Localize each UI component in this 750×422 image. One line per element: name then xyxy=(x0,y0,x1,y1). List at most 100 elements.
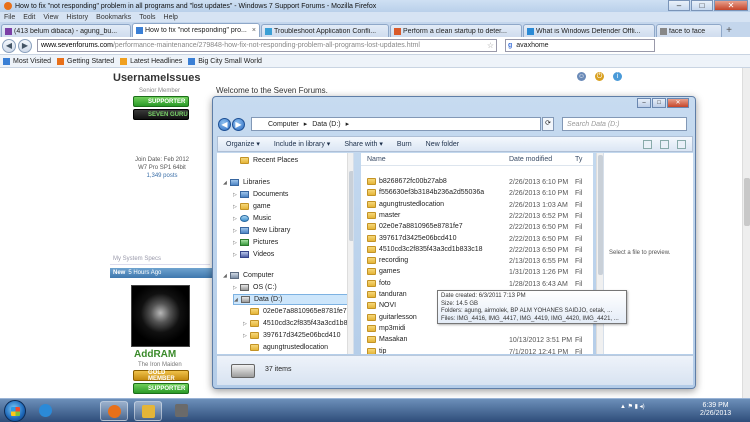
browser-tab[interactable]: Troubleshoot Application Confli... xyxy=(261,24,389,37)
expand-arrow-icon[interactable]: ▷ xyxy=(233,216,240,222)
file-row[interactable]: 397617d3425e06bcd410 2/22/2013 6:50 PM Fil xyxy=(361,234,593,245)
nav-scroll-thumb[interactable] xyxy=(349,171,353,241)
explorer-close-button[interactable]: ✕ xyxy=(667,98,689,108)
file-row[interactable]: foto 1/28/2013 6:43 AM Fil xyxy=(361,279,593,290)
file-row[interactable]: recording 2/13/2013 6:55 PM Fil xyxy=(361,256,593,267)
system-specs-link[interactable]: My System Specs xyxy=(113,256,161,262)
tab-close-icon[interactable]: × xyxy=(252,27,256,34)
url-bar[interactable]: www.sevenforums.com/performance-maintena… xyxy=(37,39,497,52)
browser-tab[interactable]: (413 belum dibaca) - agung_bu... xyxy=(1,24,131,37)
file-row[interactable]: agungtrustedlocation 2/26/2013 1:03 AM Fil xyxy=(361,200,593,211)
file-row[interactable]: mp3midi xyxy=(361,324,593,335)
organize-button[interactable]: Organize ▾ xyxy=(226,140,260,148)
skull-avatar[interactable] xyxy=(131,285,190,347)
view-options-icon[interactable] xyxy=(643,139,652,149)
taskbar-ie-button[interactable] xyxy=(32,401,60,421)
expand-arrow-icon[interactable]: ▷ xyxy=(243,321,250,327)
crumb-data-drive[interactable]: Data (D:) xyxy=(312,121,340,128)
burn-button[interactable]: Burn xyxy=(397,141,412,148)
column-name[interactable]: Name xyxy=(367,156,386,163)
menu-tools[interactable]: Tools xyxy=(139,14,155,21)
taskbar-explorer-button[interactable] xyxy=(134,401,162,421)
scroll-thumb[interactable] xyxy=(744,178,750,226)
new-tab-button[interactable]: + xyxy=(723,25,735,37)
bookmark-item[interactable]: Getting Started xyxy=(57,57,114,65)
menu-history[interactable]: History xyxy=(66,14,88,21)
help-icon[interactable] xyxy=(677,139,686,149)
taskbar-app-button[interactable] xyxy=(168,401,196,421)
browser-tab[interactable]: Perform a clean startup to deter... xyxy=(390,24,522,37)
include-library-button[interactable]: Include in library ▾ xyxy=(274,140,330,148)
back-icon[interactable]: ◀ xyxy=(2,38,16,53)
bookmark-item[interactable]: Latest Headlines xyxy=(120,57,182,65)
browser-tab[interactable]: face to face xyxy=(656,24,722,37)
tree-item[interactable]: ▷ game xyxy=(233,201,271,212)
file-row[interactable]: 4510cd3c2f835f43a3cd1b833c18 2/22/2013 6:… xyxy=(361,245,593,256)
new-folder-button[interactable]: New folder xyxy=(426,141,459,148)
tree-item[interactable]: agungtrustedlocation xyxy=(243,342,328,353)
bookmark-item[interactable]: Big City Small World xyxy=(188,57,262,65)
tree-item[interactable]: ▷ Pictures xyxy=(233,237,278,248)
file-row[interactable]: Masakan 10/13/2012 3:51 PM Fil xyxy=(361,335,593,346)
post-count[interactable]: 1,349 posts xyxy=(130,172,194,180)
file-row[interactable]: b8268672fc00b27ab8 2/26/2013 6:10 PM Fil xyxy=(361,177,593,188)
system-tray-icons[interactable]: ▲ ⚑ ▮ ◂) xyxy=(620,403,645,410)
expand-arrow-icon[interactable]: ▷ xyxy=(233,252,240,258)
expand-arrow-icon[interactable]: ▷ xyxy=(233,228,240,234)
explorer-back-icon[interactable]: ◀ xyxy=(218,117,231,131)
maximize-button[interactable]: □ xyxy=(691,0,713,11)
file-row[interactable]: games 1/31/2013 1:26 PM Fil xyxy=(361,267,593,278)
explorer-search-input[interactable]: Search Data (D:) xyxy=(562,117,687,131)
breadcrumb[interactable]: Computer ▸ Data (D:) ▸ xyxy=(251,117,541,131)
tree-item[interactable]: ▷ 397617d3425e06bcd410 xyxy=(243,330,340,341)
file-row[interactable]: f556630ef3b3184b236a2d55036a 2/26/2013 6:… xyxy=(361,188,593,199)
tree-item[interactable]: ▷ New Library xyxy=(233,225,290,236)
page-scrollbar[interactable] xyxy=(742,68,750,398)
tree-item[interactable]: ▷ Videos xyxy=(233,249,274,260)
browser-tab[interactable]: What is Windows Defender Offli... xyxy=(523,24,655,37)
profile-icon[interactable]: ☺ xyxy=(577,72,586,81)
explorer-maximize-button[interactable]: □ xyxy=(652,98,666,108)
file-row[interactable]: 02e0e7a8810965e8781fe7 2/22/2013 6:50 PM F… xyxy=(361,222,593,233)
tree-item[interactable]: ▷ 4510cd3c2f835f43a3cd1b833c18 xyxy=(243,318,353,329)
tree-item[interactable]: ◢ Data (D:) xyxy=(233,294,353,305)
nav-scrollbar[interactable] xyxy=(347,153,353,354)
minimize-button[interactable]: – xyxy=(668,0,690,11)
info-icon[interactable]: i xyxy=(613,72,622,81)
clock[interactable]: 6:39 PM 2/26/2013 xyxy=(700,402,731,418)
menu-bookmarks[interactable]: Bookmarks xyxy=(96,14,131,21)
power-icon[interactable]: ⏻ xyxy=(595,72,604,81)
tree-item[interactable]: ◢ Computer xyxy=(223,270,274,281)
file-row[interactable]: tip 7/1/2012 12:41 PM Fil xyxy=(361,347,593,354)
expand-arrow-icon[interactable]: ▷ xyxy=(233,240,240,246)
taskbar-firefox-button[interactable] xyxy=(100,401,128,421)
column-date[interactable]: Date modified xyxy=(509,156,552,163)
explorer-forward-icon[interactable]: ▶ xyxy=(232,117,245,131)
column-type[interactable]: Ty xyxy=(575,156,582,163)
bookmark-item[interactable]: Most Visited xyxy=(3,57,51,65)
menu-file[interactable]: File xyxy=(4,14,15,21)
expand-arrow-icon[interactable]: ▷ xyxy=(233,192,240,198)
file-row[interactable]: master 2/22/2013 6:52 PM Fil xyxy=(361,211,593,222)
expand-arrow-icon[interactable]: ▷ xyxy=(243,333,250,339)
share-with-button[interactable]: Share with ▾ xyxy=(344,140,383,148)
expand-arrow-icon[interactable]: ◢ xyxy=(234,297,241,303)
forward-icon[interactable]: ▶ xyxy=(18,38,32,53)
post-username-2[interactable]: AddRAM xyxy=(134,349,176,360)
menu-help[interactable]: Help xyxy=(164,14,178,21)
browser-tab[interactable]: How to fix "not responding" pro... × xyxy=(132,23,260,37)
expand-arrow-icon[interactable]: ▷ xyxy=(233,204,240,210)
expand-arrow-icon[interactable]: ▷ xyxy=(233,285,240,291)
crumb-computer[interactable]: Computer xyxy=(268,121,299,128)
refresh-icon[interactable]: ⟳ xyxy=(542,117,554,131)
explorer-minimize-button[interactable]: – xyxy=(637,98,651,108)
expand-arrow-icon[interactable]: ◢ xyxy=(223,273,230,279)
post-username[interactable]: UsernameIssues xyxy=(113,72,200,84)
expand-arrow-icon[interactable]: ◢ xyxy=(223,180,230,186)
preview-pane-icon[interactable] xyxy=(660,139,669,149)
tree-item[interactable]: ▷ Music xyxy=(233,213,271,224)
menu-view[interactable]: View xyxy=(43,14,58,21)
search-box[interactable]: g avaxhome xyxy=(505,39,655,52)
tree-item[interactable]: ▷ OS (C:) xyxy=(233,282,277,293)
bookmark-star-icon[interactable]: ☆ xyxy=(487,41,494,50)
